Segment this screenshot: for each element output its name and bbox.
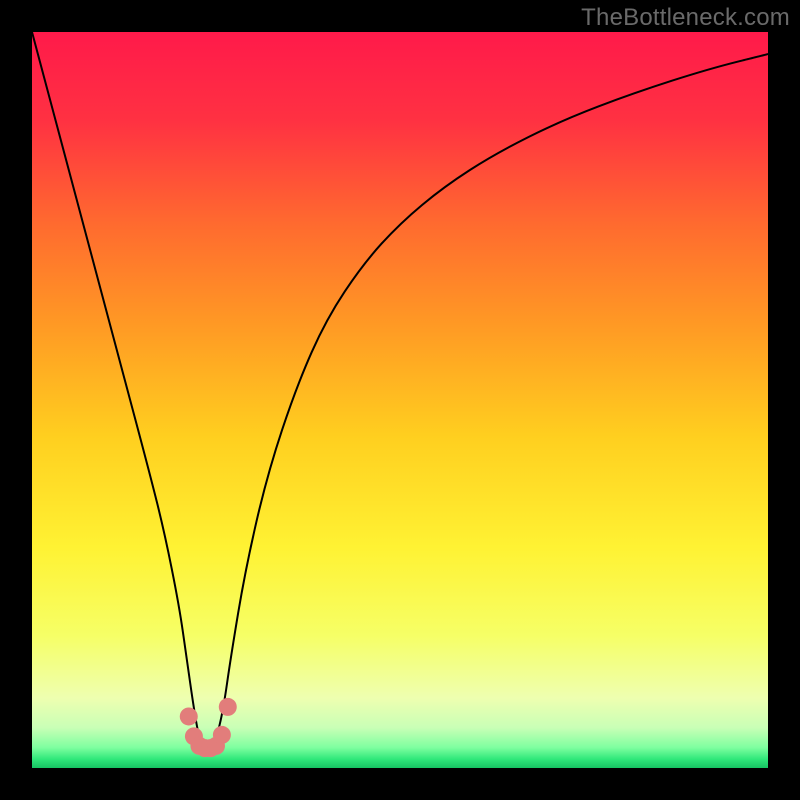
- chart-svg: [32, 32, 768, 768]
- highlight-point: [213, 726, 231, 744]
- gradient-background: [32, 32, 768, 768]
- chart-frame: TheBottleneck.com: [0, 0, 800, 800]
- plot-area: [32, 32, 768, 768]
- watermark-text: TheBottleneck.com: [581, 4, 790, 32]
- highlight-point: [180, 707, 198, 725]
- highlight-point: [219, 698, 237, 716]
